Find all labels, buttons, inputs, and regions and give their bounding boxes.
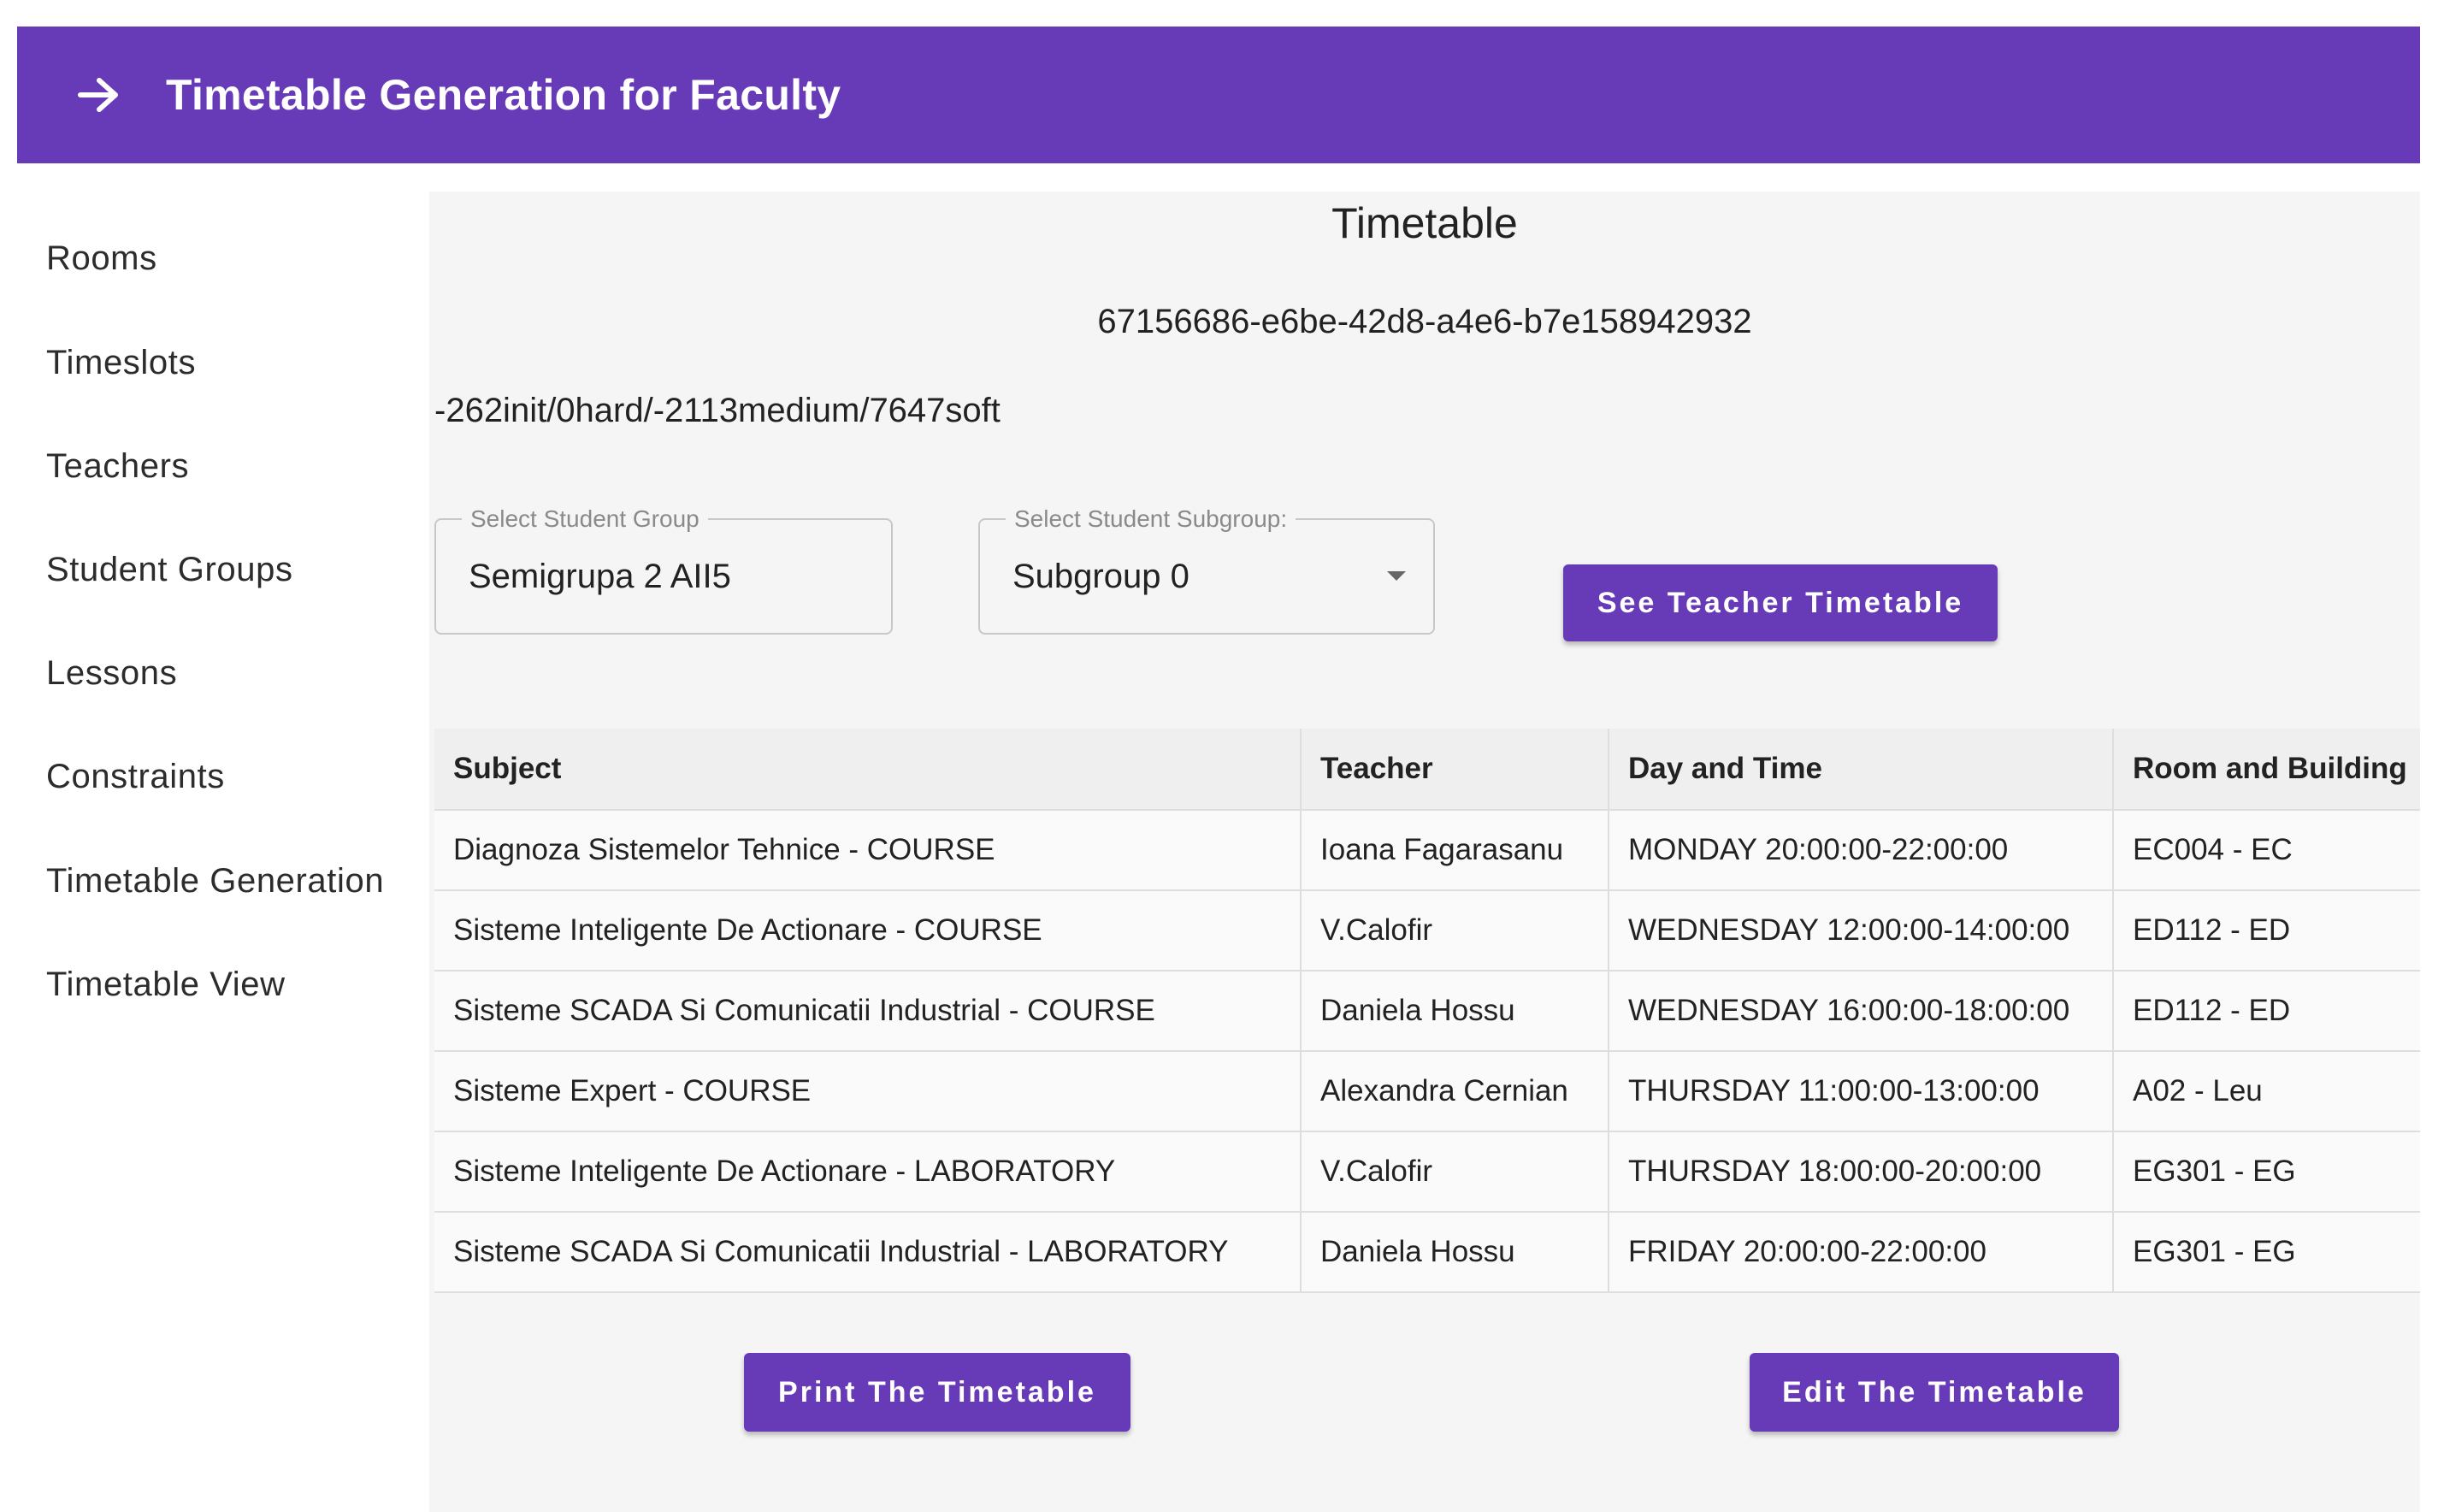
sidebar-item-timetable-generation[interactable]: Timetable Generation [46, 855, 384, 907]
cell-teacher: Daniela Hossu [1300, 971, 1609, 1052]
cell-day-time: THURSDAY 11:00:00-13:00:00 [1608, 1051, 2113, 1132]
cell-room: EG301 - EG [2112, 1212, 2420, 1293]
cell-subject: Sisteme Inteligente De Actionare - COURS… [434, 890, 1301, 972]
sidebar-nav: Rooms Timeslots Teachers Student Groups … [17, 192, 429, 1512]
header-room-building[interactable]: Room and Building [2112, 729, 2420, 811]
table-header-row: Subject Teacher Day and Time Room and Bu… [434, 729, 2420, 811]
sidebar-item-lessons[interactable]: Lessons [46, 647, 177, 699]
cell-day-time: THURSDAY 18:00:00-20:00:00 [1608, 1131, 2113, 1213]
cell-day-time: WEDNESDAY 16:00:00-18:00:00 [1608, 971, 2113, 1052]
app-bar: Timetable Generation for Faculty [17, 27, 2420, 163]
table-row[interactable]: Sisteme Inteligente De Actionare - COURS… [434, 890, 2420, 972]
student-group-select-value: Semigrupa 2 AII5 [469, 558, 731, 595]
cell-teacher: Daniela Hossu [1300, 1212, 1609, 1293]
student-subgroup-select[interactable]: Select Student Subgroup: Subgroup 0 [978, 505, 1435, 635]
main-content: Timetable 67156686-e6be-42d8-a4e6-b7e158… [429, 192, 2420, 1512]
cell-day-time: MONDAY 20:00:00-22:00:00 [1608, 810, 2113, 891]
student-group-select[interactable]: Select Student Group Semigrupa 2 AII5 [434, 505, 893, 635]
cell-room: ED112 - ED [2112, 890, 2420, 972]
cell-teacher: Alexandra Cernian [1300, 1051, 1609, 1132]
see-teacher-timetable-button[interactable]: See Teacher Timetable [1563, 564, 1998, 641]
sidebar-item-teachers[interactable]: Teachers [46, 440, 189, 492]
app-title: Timetable Generation for Faculty [166, 71, 841, 119]
cell-room: EC004 - EC [2112, 810, 2420, 891]
sidebar-item-timeslots[interactable]: Timeslots [46, 337, 196, 388]
cell-room: ED112 - ED [2112, 971, 2420, 1052]
cell-room: A02 - Leu [2112, 1051, 2420, 1132]
table-row[interactable]: Sisteme SCADA Si Comunicatii Industrial … [434, 971, 2420, 1052]
cell-day-time: FRIDAY 20:00:00-22:00:00 [1608, 1212, 2113, 1293]
cell-subject: Sisteme Inteligente De Actionare - LABOR… [434, 1131, 1301, 1213]
sidebar-item-student-groups[interactable]: Student Groups [46, 544, 293, 595]
cell-teacher: V.Calofir [1300, 890, 1609, 972]
header-day-time[interactable]: Day and Time [1608, 729, 2113, 811]
header-teacher[interactable]: Teacher [1300, 729, 1609, 811]
cell-day-time: WEDNESDAY 12:00:00-14:00:00 [1608, 890, 2113, 972]
cell-teacher: V.Calofir [1300, 1131, 1609, 1213]
cell-subject: Sisteme Expert - COURSE [434, 1051, 1301, 1132]
print-timetable-button[interactable]: Print The Timetable [744, 1353, 1130, 1432]
sidebar-item-rooms[interactable]: Rooms [46, 233, 157, 284]
caret-down-icon[interactable] [1387, 571, 1406, 581]
header-subject[interactable]: Subject [434, 729, 1301, 811]
table-row[interactable]: Diagnoza Sistemelor Tehnice - COURSE Ioa… [434, 810, 2420, 891]
timetable-score: -262init/0hard/-2113medium/7647soft [434, 392, 1001, 429]
table-row[interactable]: Sisteme Expert - COURSE Alexandra Cernia… [434, 1051, 2420, 1132]
sidebar-item-timetable-view[interactable]: Timetable View [46, 959, 286, 1010]
page-title: Timetable [1331, 199, 1518, 247]
sidebar-item-constraints[interactable]: Constraints [46, 751, 225, 802]
student-subgroup-select-value: Subgroup 0 [1012, 558, 1189, 595]
timetable-table: Subject Teacher Day and Time Room and Bu… [434, 729, 2420, 1293]
timetable-id: 67156686-e6be-42d8-a4e6-b7e158942932 [1097, 303, 1752, 340]
table-row[interactable]: Sisteme Inteligente De Actionare - LABOR… [434, 1131, 2420, 1213]
edit-timetable-button[interactable]: Edit The Timetable [1750, 1353, 2119, 1432]
arrow-right-icon[interactable] [77, 76, 145, 114]
cell-subject: Sisteme SCADA Si Comunicatii Industrial … [434, 971, 1301, 1052]
table-row[interactable]: Sisteme SCADA Si Comunicatii Industrial … [434, 1212, 2420, 1293]
cell-subject: Sisteme SCADA Si Comunicatii Industrial … [434, 1212, 1301, 1293]
cell-room: EG301 - EG [2112, 1131, 2420, 1213]
cell-teacher: Ioana Fagarasanu [1300, 810, 1609, 891]
student-subgroup-select-label: Select Student Subgroup: [1006, 505, 1296, 533]
cell-subject: Diagnoza Sistemelor Tehnice - COURSE [434, 810, 1301, 891]
student-group-select-label: Select Student Group [462, 505, 708, 533]
